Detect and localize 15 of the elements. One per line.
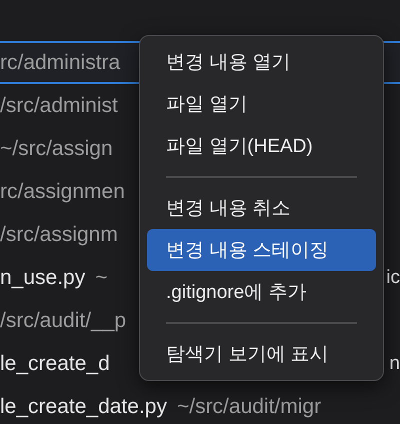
menu-item[interactable]: 파일 열기 [147,83,376,125]
file-name: le_create_date.py [0,394,167,418]
menu-item[interactable]: 변경 내용 스테이징 [147,229,376,271]
file-path: ~/src/audit/migr [176,394,322,418]
file-path: rc/administra [0,50,120,74]
file-path: /src/audit/__p [0,308,126,332]
menu-item[interactable]: .gitignore에 추가 [147,271,376,313]
menu-item[interactable]: 변경 내용 열기 [147,41,376,83]
file-path: ~ [95,266,108,290]
menu-item[interactable]: 탐색기 보기에 표시 [147,333,376,375]
file-name: ic [385,266,400,288]
file-name: n_use.py [0,266,86,290]
file-row[interactable]: le_create_date.py ~/src/audit/migr [0,385,400,424]
menu-item[interactable]: 변경 내용 취소 [147,187,376,229]
menu-item[interactable]: 파일 열기(HEAD) [147,125,376,167]
